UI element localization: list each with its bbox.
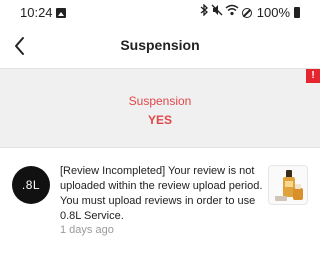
do-not-disturb-icon xyxy=(241,7,252,18)
gallery-icon xyxy=(56,8,66,18)
battery-percentage: 100% xyxy=(256,5,290,20)
avatar: .8L xyxy=(12,166,50,204)
notification-message: [Review Incompleted] Your review is not … xyxy=(60,165,263,222)
status-time: 10:24 xyxy=(20,5,53,20)
battery-icon xyxy=(294,7,300,18)
app-header: Suspension xyxy=(0,26,320,66)
notification-item[interactable]: .8L [Review Incompleted] Your review is … xyxy=(0,160,320,240)
wifi-icon xyxy=(225,4,239,21)
page-title: Suspension xyxy=(120,37,200,53)
alert-icon: ! xyxy=(306,69,320,83)
product-thumbnail[interactable] xyxy=(268,165,308,205)
status-bar: 10:24 100% xyxy=(0,0,320,26)
suspension-banner: ! Suspension YES xyxy=(0,68,320,148)
status-icons: 100% xyxy=(200,3,300,21)
suspension-status-value: YES xyxy=(147,113,172,127)
suspension-label: Suspension xyxy=(128,94,192,108)
product-bottles-icon xyxy=(275,170,303,201)
notification-timestamp: 1 days ago xyxy=(60,224,114,236)
mute-icon xyxy=(211,4,223,21)
bluetooth-icon xyxy=(200,3,209,21)
